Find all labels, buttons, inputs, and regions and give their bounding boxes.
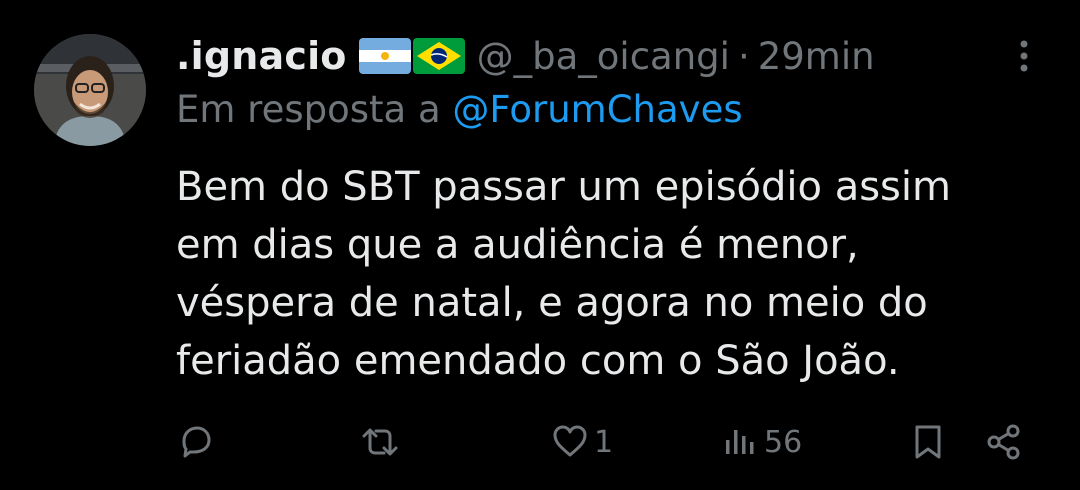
- separator-dot: ·: [737, 34, 750, 78]
- more-options-button[interactable]: [1012, 36, 1036, 76]
- tweet-text-line: véspera de natal, e agora no meio do: [176, 280, 928, 326]
- tweet[interactable]: .ignacio @_ba_oicangi · 29min Em respost…: [0, 0, 1080, 490]
- avatar-image: [34, 34, 146, 146]
- share-icon: [987, 424, 1020, 460]
- bookmark-button[interactable]: [908, 412, 948, 472]
- reply-context: Em resposta a @ForumChaves: [176, 88, 743, 131]
- action-bar: 1 56: [0, 412, 1080, 472]
- flag-argentina-icon: [358, 38, 411, 74]
- heart-icon: [553, 425, 587, 457]
- handle[interactable]: @_ba_oicangi: [477, 35, 730, 78]
- tweet-text: Bem do SBT passar um episódio assim em d…: [176, 158, 1036, 390]
- avatar[interactable]: [34, 34, 146, 146]
- like-count: 1: [594, 424, 614, 460]
- reply-mention-link[interactable]: @ForumChaves: [452, 88, 742, 131]
- tweet-text-line: Bem do SBT passar um episódio assim: [176, 164, 951, 210]
- reply-prefix: Em resposta a: [176, 88, 441, 131]
- reply-icon: [182, 426, 211, 458]
- tweet-header: .ignacio @_ba_oicangi · 29min: [176, 30, 875, 82]
- display-name[interactable]: .ignacio: [176, 34, 347, 78]
- timestamp[interactable]: 29min: [758, 35, 875, 78]
- bookmark-icon: [915, 425, 941, 459]
- flag-brazil-icon: [412, 38, 465, 74]
- views-icon: [726, 430, 754, 454]
- views-count: 56: [764, 424, 803, 460]
- share-button[interactable]: [984, 412, 1024, 472]
- flags: [358, 38, 465, 74]
- views-button[interactable]: 56: [720, 412, 802, 472]
- retweet-button[interactable]: [356, 412, 408, 472]
- retweet-icon: [362, 428, 398, 456]
- tweet-text-line: feriadão emendado com o São João.: [176, 338, 900, 384]
- reply-button[interactable]: [176, 412, 220, 472]
- more-vertical-icon: [1020, 40, 1028, 72]
- like-button[interactable]: 1: [550, 412, 613, 472]
- tweet-text-line: em dias que a audiência é menor,: [176, 222, 859, 268]
